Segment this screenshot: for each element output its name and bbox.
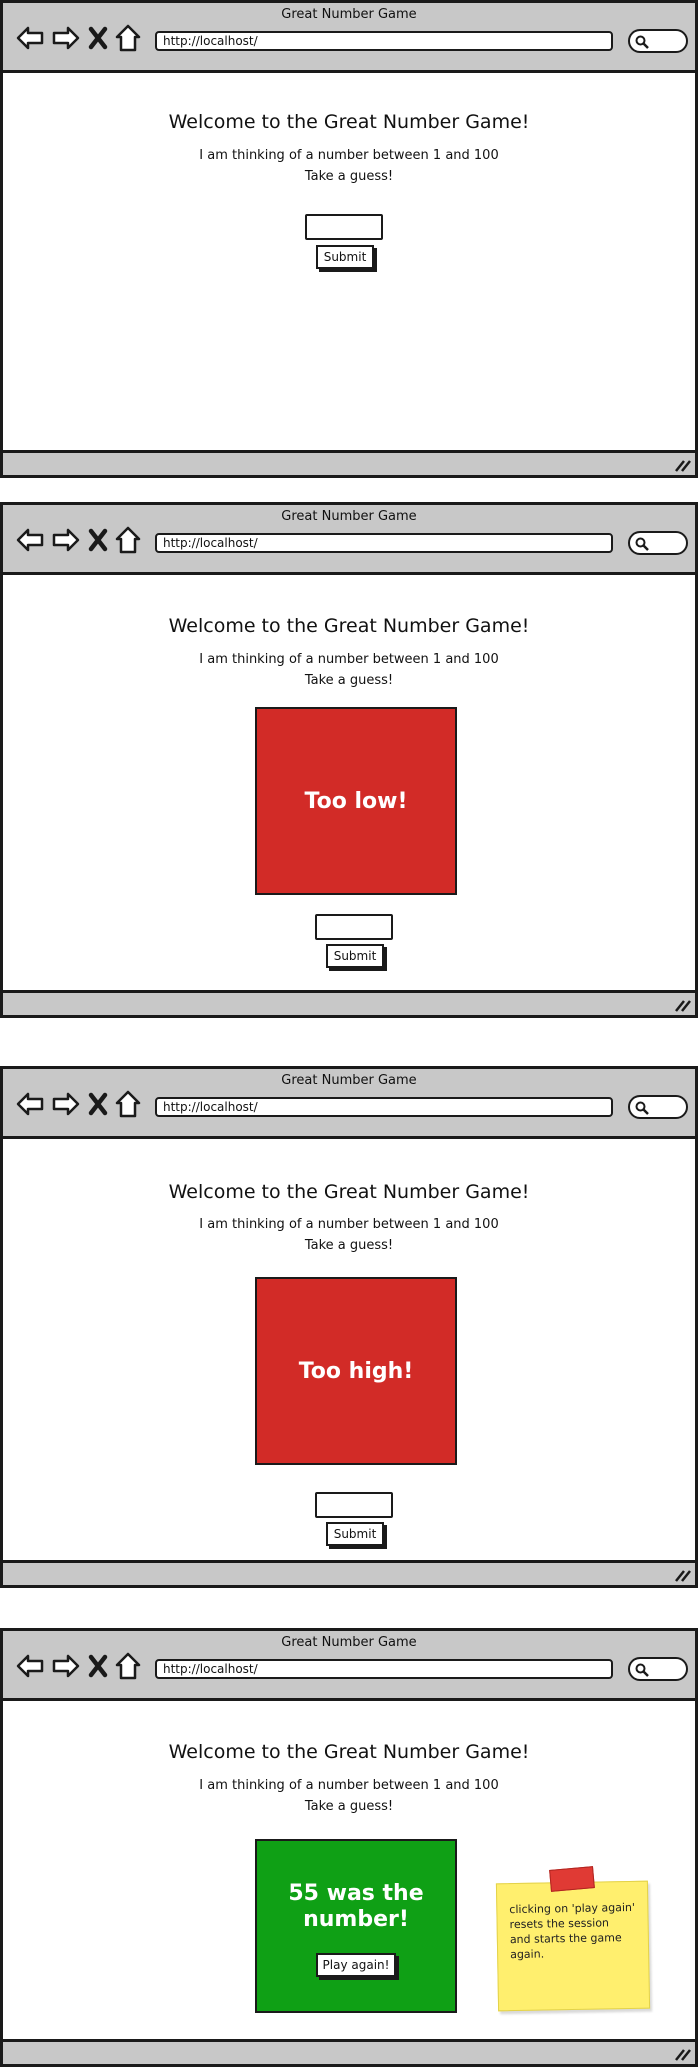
status-bar [3, 990, 695, 1015]
status-bar [3, 450, 695, 475]
resize-grip-icon[interactable] [673, 458, 691, 472]
resize-grip-icon[interactable] [673, 1568, 691, 1582]
window-title: Great Number Game [281, 1073, 417, 1088]
address-bar[interactable]: http://localhost/ [155, 533, 613, 553]
search-box[interactable] [628, 29, 688, 53]
status-bar [3, 1560, 695, 1585]
forward-arrow-icon[interactable] [51, 1651, 81, 1681]
browser-window-too-high: Great Number Game http://localhost/ Welc… [0, 1066, 698, 1588]
too-low-message: Too low! [255, 707, 457, 895]
address-bar[interactable]: http://localhost/ [155, 1097, 613, 1117]
win-message: 55 was the number! Play again! [255, 1839, 457, 2013]
prompt-line: Take a guess! [304, 169, 394, 184]
intro-line: I am thinking of a number between 1 and … [199, 1778, 499, 1793]
guess-input[interactable] [315, 1492, 393, 1518]
intro-line: I am thinking of a number between 1 and … [199, 1217, 499, 1232]
intro-line: I am thinking of a number between 1 and … [199, 652, 499, 667]
nav-buttons [15, 1651, 141, 1681]
nav-buttons [15, 525, 141, 555]
search-icon [635, 1663, 649, 1677]
guess-input[interactable] [315, 914, 393, 940]
resize-grip-icon[interactable] [673, 2047, 691, 2061]
browser-chrome: Great Number Game http://localhost/ [3, 505, 695, 575]
prompt-line: Take a guess! [304, 1799, 394, 1814]
win-message-line2: number! [303, 1907, 409, 1932]
window-title: Great Number Game [281, 1635, 417, 1650]
sticky-note-line: clicking on 'play again' [509, 1900, 636, 1917]
home-icon[interactable] [115, 1089, 141, 1119]
back-arrow-icon[interactable] [15, 23, 45, 53]
submit-button[interactable]: Submit [326, 944, 384, 968]
search-box[interactable] [628, 531, 688, 555]
browser-chrome: Great Number Game http://localhost/ [3, 3, 695, 73]
browser-chrome: Great Number Game http://localhost/ [3, 1631, 695, 1701]
page-heading: Welcome to the Great Number Game! [168, 1181, 530, 1203]
forward-arrow-icon[interactable] [51, 1089, 81, 1119]
stop-x-icon[interactable] [87, 23, 109, 53]
browser-window-too-low: Great Number Game http://localhost/ Welc… [0, 502, 698, 1018]
page-heading: Welcome to the Great Number Game! [168, 111, 530, 133]
stop-x-icon[interactable] [87, 525, 109, 555]
search-icon [635, 1101, 649, 1115]
status-bar [3, 2039, 695, 2064]
nav-buttons [15, 23, 141, 53]
back-arrow-icon[interactable] [15, 1089, 45, 1119]
prompt-line: Take a guess! [304, 673, 394, 688]
search-icon [635, 537, 649, 551]
back-arrow-icon[interactable] [15, 1651, 45, 1681]
forward-arrow-icon[interactable] [51, 23, 81, 53]
page-heading: Welcome to the Great Number Game! [168, 1741, 530, 1763]
prompt-line: Take a guess! [304, 1238, 394, 1253]
play-again-button[interactable]: Play again! [316, 1953, 396, 1977]
guess-input[interactable] [305, 214, 383, 240]
sticky-note-line: and starts the game [509, 1931, 622, 1947]
address-bar[interactable]: http://localhost/ [155, 1659, 613, 1679]
resize-grip-icon[interactable] [673, 998, 691, 1012]
window-title: Great Number Game [281, 7, 417, 22]
too-high-message: Too high! [255, 1277, 457, 1465]
search-icon [635, 35, 649, 49]
win-message-line1: 55 was the [288, 1881, 424, 1906]
stop-x-icon[interactable] [87, 1651, 109, 1681]
sticky-note: clicking on 'play again' resets the sess… [495, 1880, 651, 2012]
sticky-note-line: again. [510, 1947, 545, 1962]
browser-window-initial: Great Number Game http://localhost/ Welc… [0, 0, 698, 478]
home-icon[interactable] [115, 525, 141, 555]
submit-button[interactable]: Submit [326, 1522, 384, 1546]
nav-buttons [15, 1089, 141, 1119]
address-bar[interactable]: http://localhost/ [155, 31, 613, 51]
home-icon[interactable] [115, 23, 141, 53]
stop-x-icon[interactable] [87, 1089, 109, 1119]
submit-button[interactable]: Submit [316, 245, 374, 269]
window-title: Great Number Game [281, 509, 417, 524]
sticky-note-tape [549, 1866, 595, 1892]
page-heading: Welcome to the Great Number Game! [168, 615, 530, 637]
intro-line: I am thinking of a number between 1 and … [199, 148, 499, 163]
back-arrow-icon[interactable] [15, 525, 45, 555]
browser-chrome: Great Number Game http://localhost/ [3, 1069, 695, 1139]
home-icon[interactable] [115, 1651, 141, 1681]
search-box[interactable] [628, 1657, 688, 1681]
search-box[interactable] [628, 1095, 688, 1119]
forward-arrow-icon[interactable] [51, 525, 81, 555]
